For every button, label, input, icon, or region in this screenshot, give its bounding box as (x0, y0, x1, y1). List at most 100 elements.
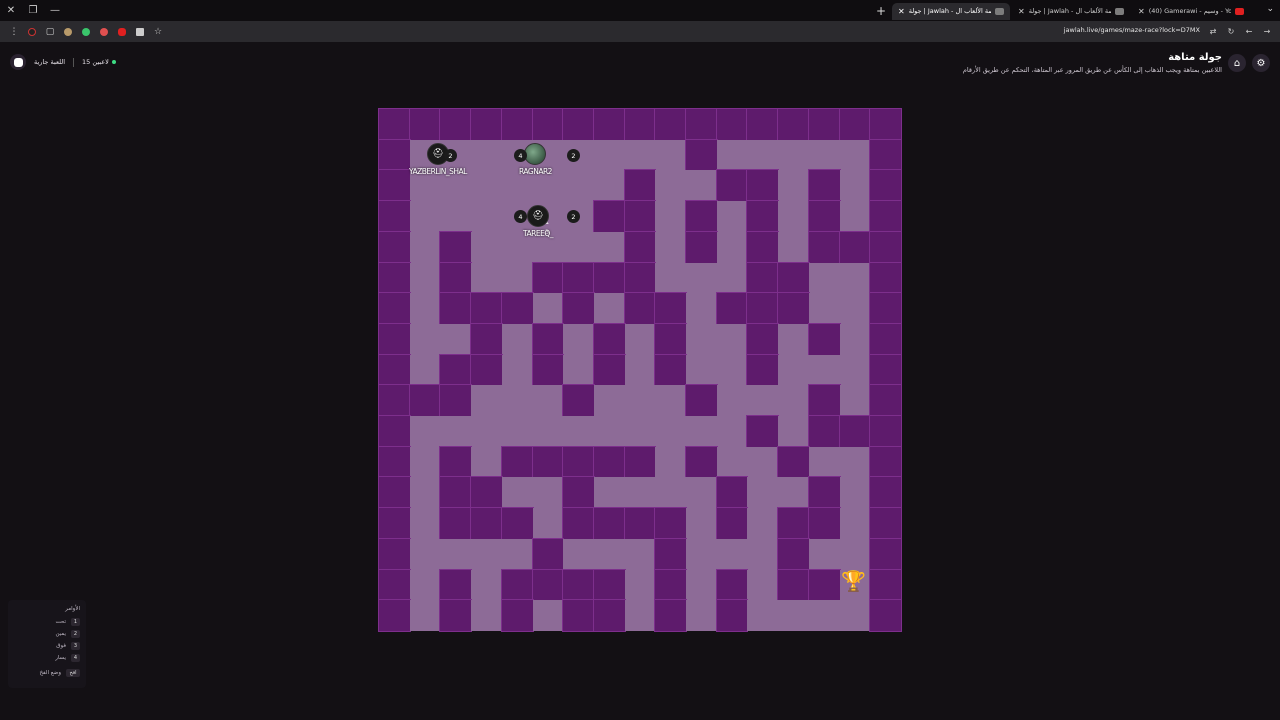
move-number-badge: 4 (514, 210, 527, 223)
maze-path (778, 600, 809, 631)
maze-path (409, 538, 441, 570)
maze-wall (593, 569, 626, 601)
maze-wall (439, 446, 472, 478)
maze-wall (378, 507, 411, 540)
maze-wall (746, 169, 779, 202)
site-settings-icon[interactable]: ⇄ (1206, 24, 1220, 38)
maze-wall (593, 262, 626, 294)
close-window-icon[interactable]: ✕ (0, 0, 22, 21)
maze-wall (470, 292, 503, 325)
maze-wall (439, 569, 472, 601)
forward-icon[interactable]: ← (1242, 24, 1256, 38)
maze-wall (808, 569, 841, 601)
bookmark-star-icon[interactable]: ☆ (150, 24, 166, 40)
maze-path (471, 385, 502, 417)
close-tab-icon[interactable]: ✕ (1018, 7, 1025, 16)
tab-search-chevron-icon[interactable]: ⌄ (1266, 4, 1274, 14)
maze-path (686, 170, 717, 202)
maze-wall (378, 599, 411, 632)
maze-path (409, 323, 441, 355)
maze-wall (593, 446, 626, 478)
reload-icon[interactable]: ↻ (1224, 24, 1238, 38)
extension-icon[interactable] (96, 24, 112, 40)
maze-wall (777, 262, 810, 294)
browser-tab-strip: ✕ ❐ — + ✕ جولة | Jawlah - منصة الألعاب ا… (0, 0, 1280, 21)
players-count-label: 15 لاعبين (82, 58, 109, 66)
close-tab-icon[interactable]: ✕ (1138, 7, 1145, 16)
maze-wall (654, 292, 687, 325)
maze-path (501, 323, 533, 355)
maze-wall (777, 507, 810, 540)
maze-wall (439, 231, 472, 263)
maze-wall (470, 507, 503, 540)
control-key: 2 (71, 630, 80, 638)
control-label: يسار (55, 655, 66, 661)
maze-wall (716, 292, 748, 325)
maze-wall (624, 231, 656, 263)
control-row: تحت 1 (14, 616, 80, 628)
maze-path (471, 569, 502, 601)
maze-wall (378, 262, 411, 294)
header-status: اللعبة جارية 15 لاعبين (10, 54, 116, 70)
maze-path (655, 477, 687, 509)
maze-path (747, 139, 779, 171)
home-button[interactable]: ⌂ (1228, 54, 1246, 72)
extension-icon[interactable] (60, 24, 76, 40)
minimize-window-icon[interactable]: — (44, 0, 66, 21)
extension-icon[interactable] (114, 24, 130, 40)
maze-wall (532, 569, 564, 601)
extension-icon[interactable] (24, 24, 40, 40)
maze-wall (654, 323, 687, 356)
tab-jawlah[interactable]: ✕ جولة | Jawlah - منصة الألعاب ال... (1012, 3, 1130, 20)
maze-wall (378, 476, 411, 509)
controls-title: الأوامر (65, 606, 80, 612)
maze-wall (378, 569, 411, 601)
maze-wall (501, 108, 533, 141)
jawlah-favicon-icon (1115, 7, 1124, 15)
maze-path (747, 600, 779, 631)
extension-icon[interactable] (132, 24, 148, 40)
settings-button[interactable]: ⚙ (1252, 54, 1270, 72)
player-name: RAGNAR2 (519, 167, 552, 176)
maze-path (839, 170, 871, 202)
maze-path (778, 477, 809, 509)
maze-path (686, 293, 717, 324)
restore-window-icon[interactable]: ❐ (22, 0, 44, 21)
new-tab-icon[interactable]: + (872, 4, 890, 18)
extension-icon[interactable] (78, 24, 94, 40)
back-icon[interactable]: → (1260, 24, 1274, 38)
jawlah-logo-icon[interactable] (10, 54, 26, 70)
maze-path (716, 231, 748, 263)
close-tab-icon[interactable]: ✕ (898, 7, 905, 16)
avatar (524, 143, 547, 165)
maze-wall (378, 108, 411, 141)
maze-path (839, 139, 871, 171)
tab-youtube[interactable]: ✕ (40) Gamerawi - وسيم - YouTube (1132, 3, 1250, 20)
address-bar[interactable]: jawlah.live/games/maze-race?lock=D7MX (1064, 26, 1200, 34)
maze-path (655, 385, 687, 417)
maze-wall (654, 538, 687, 571)
maze-path (839, 446, 871, 478)
maze-path (409, 569, 441, 601)
game-description: اللاعبين بمتاهة ويجب الذهاب إلى الكأس عن… (962, 66, 1222, 74)
tab-title: جولة | Jawlah - منصة الألعاب ال... (908, 7, 991, 15)
maze-path (778, 323, 809, 355)
maze-wall (869, 200, 902, 233)
maze-path (655, 446, 687, 478)
maze-wall (746, 292, 779, 325)
menu-dots-icon[interactable]: ⋮ (6, 24, 22, 40)
maze-board: 🏆 ⛑ YAZBERLIN_SHAL 2 RAGNAR2 4 2 1 3 ⛑ T… (378, 108, 902, 632)
maze-path (839, 262, 871, 294)
tab-jawlah-active[interactable]: ✕ جولة | Jawlah - منصة الألعاب ال... (892, 2, 1010, 20)
maze-wall (869, 231, 902, 263)
home-icon: ⌂ (1233, 57, 1241, 69)
maze-path (563, 416, 594, 447)
maze-wall (746, 415, 779, 448)
control-key: 1 (71, 618, 80, 626)
maze-path (624, 354, 656, 386)
maze-wall (624, 169, 656, 202)
maze-path (839, 201, 871, 232)
maze-path (808, 538, 840, 570)
extension-icon[interactable]: ▢ (42, 24, 58, 40)
player-token: ⛑ TAREEQ_ (523, 205, 553, 238)
